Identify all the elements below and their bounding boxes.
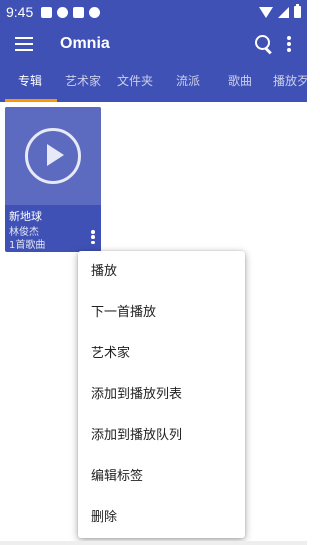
bottom-divider <box>0 541 307 545</box>
album-title: 新地球 <box>9 210 42 223</box>
alert-icon <box>57 6 69 18</box>
menu-item-add-to-queue[interactable]: 添加到播放队列 <box>78 415 245 456</box>
tab-songs[interactable]: 歌曲 <box>228 64 252 102</box>
pause-circle-icon <box>89 6 101 18</box>
search-icon[interactable] <box>255 35 273 53</box>
album-song-count: 1首歌曲 <box>9 240 46 251</box>
app-title: Omnia <box>60 35 110 52</box>
tab-folders[interactable]: 文件夹 <box>117 64 153 102</box>
status-system-icons <box>259 4 301 18</box>
status-time: 9:45 <box>6 4 34 20</box>
more-vert-icon[interactable] <box>287 36 291 52</box>
menu-item-play-next[interactable]: 下一首播放 <box>78 292 245 333</box>
tab-playlists[interactable]: 播放歹 <box>273 64 307 102</box>
tab-albums[interactable]: 专辑 <box>18 64 42 102</box>
signal-icon <box>278 6 289 18</box>
album-more-icon[interactable] <box>91 230 95 244</box>
menu-item-delete[interactable]: 删除 <box>78 497 245 538</box>
album-art[interactable] <box>5 107 101 205</box>
tab-artists[interactable]: 艺术家 <box>65 64 101 102</box>
tab-bar: 专辑 艺术家 文件夹 流派 歌曲 播放歹 <box>0 64 307 102</box>
play-icon <box>25 128 81 184</box>
a-icon <box>73 6 85 18</box>
tab-indicator <box>5 99 57 102</box>
menu-item-artist[interactable]: 艺术家 <box>78 333 245 374</box>
menu-item-play[interactable]: 播放 <box>78 251 245 292</box>
menu-icon[interactable] <box>15 37 33 51</box>
status-notification-icons <box>41 6 101 18</box>
wifi-icon <box>259 6 273 18</box>
tab-genres[interactable]: 流派 <box>176 64 200 102</box>
menu-item-edit-tags[interactable]: 编辑标签 <box>78 456 245 497</box>
battery-icon <box>294 4 301 18</box>
status-bar: 9:45 <box>0 0 307 24</box>
album-card[interactable]: 新地球 林俊杰 1首歌曲 <box>5 107 101 252</box>
grid-icon <box>41 6 53 18</box>
app-toolbar: Omnia <box>0 24 307 64</box>
menu-item-add-to-playlist[interactable]: 添加到播放列表 <box>78 374 245 415</box>
context-menu: 播放 下一首播放 艺术家 添加到播放列表 添加到播放队列 编辑标签 删除 <box>78 251 245 538</box>
